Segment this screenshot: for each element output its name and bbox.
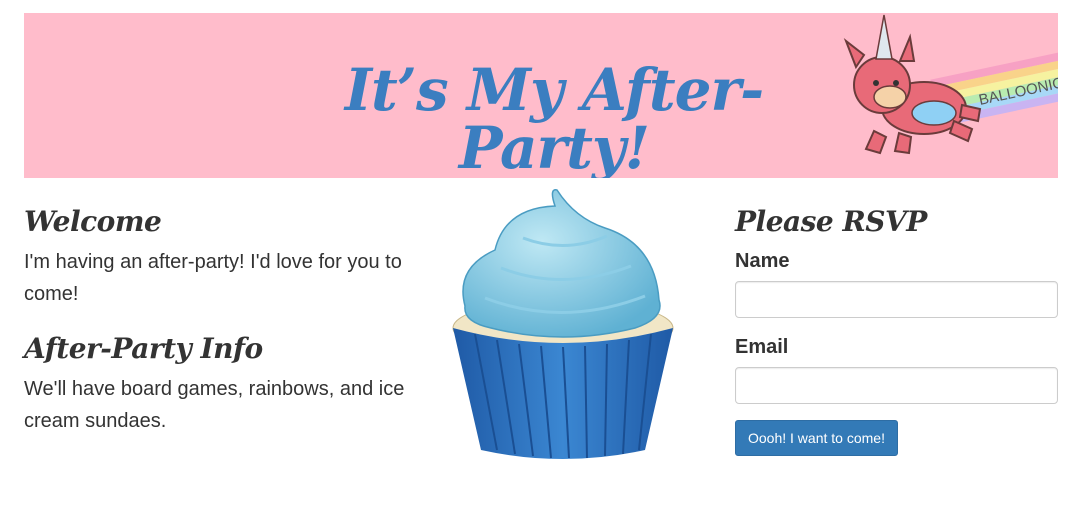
- left-column: Welcome I'm having an after-party! I'd l…: [24, 205, 424, 437]
- header-banner: It’s My After-Party! BALLOONICORN: [24, 13, 1058, 178]
- email-label: Email: [735, 336, 789, 358]
- welcome-text: I'm having an after-party! I'd love for …: [24, 251, 402, 305]
- cupcake-icon: [452, 189, 674, 459]
- name-label: Name: [735, 250, 790, 272]
- info-heading: After-Party Info: [24, 332, 263, 365]
- rsvp-form: Please RSVP Name Email Oooh! I want to c…: [735, 205, 1058, 456]
- info-text: We'll have board games, rainbows, and ic…: [24, 378, 405, 432]
- rsvp-submit-button[interactable]: Oooh! I want to come!: [735, 420, 898, 456]
- welcome-heading: Welcome: [24, 205, 162, 238]
- rsvp-heading: Please RSVP: [735, 205, 927, 238]
- page-title: It’s My After-Party!: [344, 56, 764, 178]
- email-input[interactable]: [735, 367, 1058, 404]
- name-input[interactable]: [735, 281, 1058, 318]
- balloonicorn-icon: BALLOONICORN: [843, 14, 1058, 155]
